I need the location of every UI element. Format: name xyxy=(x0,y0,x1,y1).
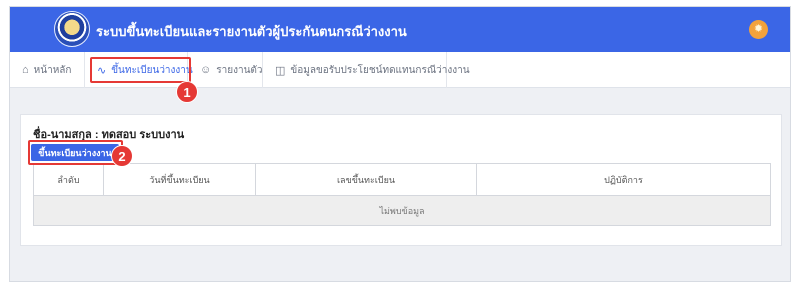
lightbulb-icon[interactable]: ✹ xyxy=(749,20,768,39)
step-badge-2: 2 xyxy=(111,145,133,167)
table-header-row: ลำดับ วันที่ขึ้นทะเบียน เลขขึ้นทะเบียน ป… xyxy=(33,163,771,196)
nav-item-label: รายงานตัว xyxy=(216,64,263,76)
top-header: ระบบขึ้นทะเบียนและรายงานตัวผู้ประกันตนกร… xyxy=(10,7,790,52)
registration-table: ลำดับ วันที่ขึ้นทะเบียน เลขขึ้นทะเบียน ป… xyxy=(33,163,771,226)
user-icon: ☺ xyxy=(200,64,212,76)
column-header-order: ลำดับ xyxy=(33,163,104,196)
home-icon: ⌂ xyxy=(22,64,29,76)
registration-card: ชื่อ-นามสกุล : ทดสอบ ระบบงาน ขึ้นทะเบียน… xyxy=(20,114,782,246)
table-row: ไม่พบข้อมูล xyxy=(33,195,771,226)
department-seal-icon xyxy=(54,11,90,47)
nav-item-home[interactable]: ⌂ หน้าหลัก xyxy=(10,52,85,88)
book-icon: ◫ xyxy=(275,64,286,77)
app-title: ระบบขึ้นทะเบียนและรายงานตัวผู้ประกันตนกร… xyxy=(96,24,407,39)
column-header-actions: ปฏิบัติการ xyxy=(476,163,771,196)
column-header-number: เลขขึ้นทะเบียน xyxy=(255,163,477,196)
highlight-box-step1 xyxy=(90,57,191,83)
nav-item-report[interactable]: ☺ รายงานตัว xyxy=(188,52,263,88)
empty-message: ไม่พบข้อมูล xyxy=(33,195,771,226)
nav-item-label: ข้อมูลขอรับประโยชน์ทดแทนกรณีว่างงาน xyxy=(290,64,470,76)
step-badge-1: 1 xyxy=(176,81,198,103)
highlight-box-step2 xyxy=(28,140,123,165)
app-window: ระบบขึ้นทะเบียนและรายงานตัวผู้ประกันตนกร… xyxy=(9,6,791,282)
column-header-date: วันที่ขึ้นทะเบียน xyxy=(103,163,256,196)
nav-item-label: หน้าหลัก xyxy=(33,64,72,76)
nav-item-benefit-info[interactable]: ◫ ข้อมูลขอรับประโยชน์ทดแทนกรณีว่างงาน xyxy=(263,52,470,88)
